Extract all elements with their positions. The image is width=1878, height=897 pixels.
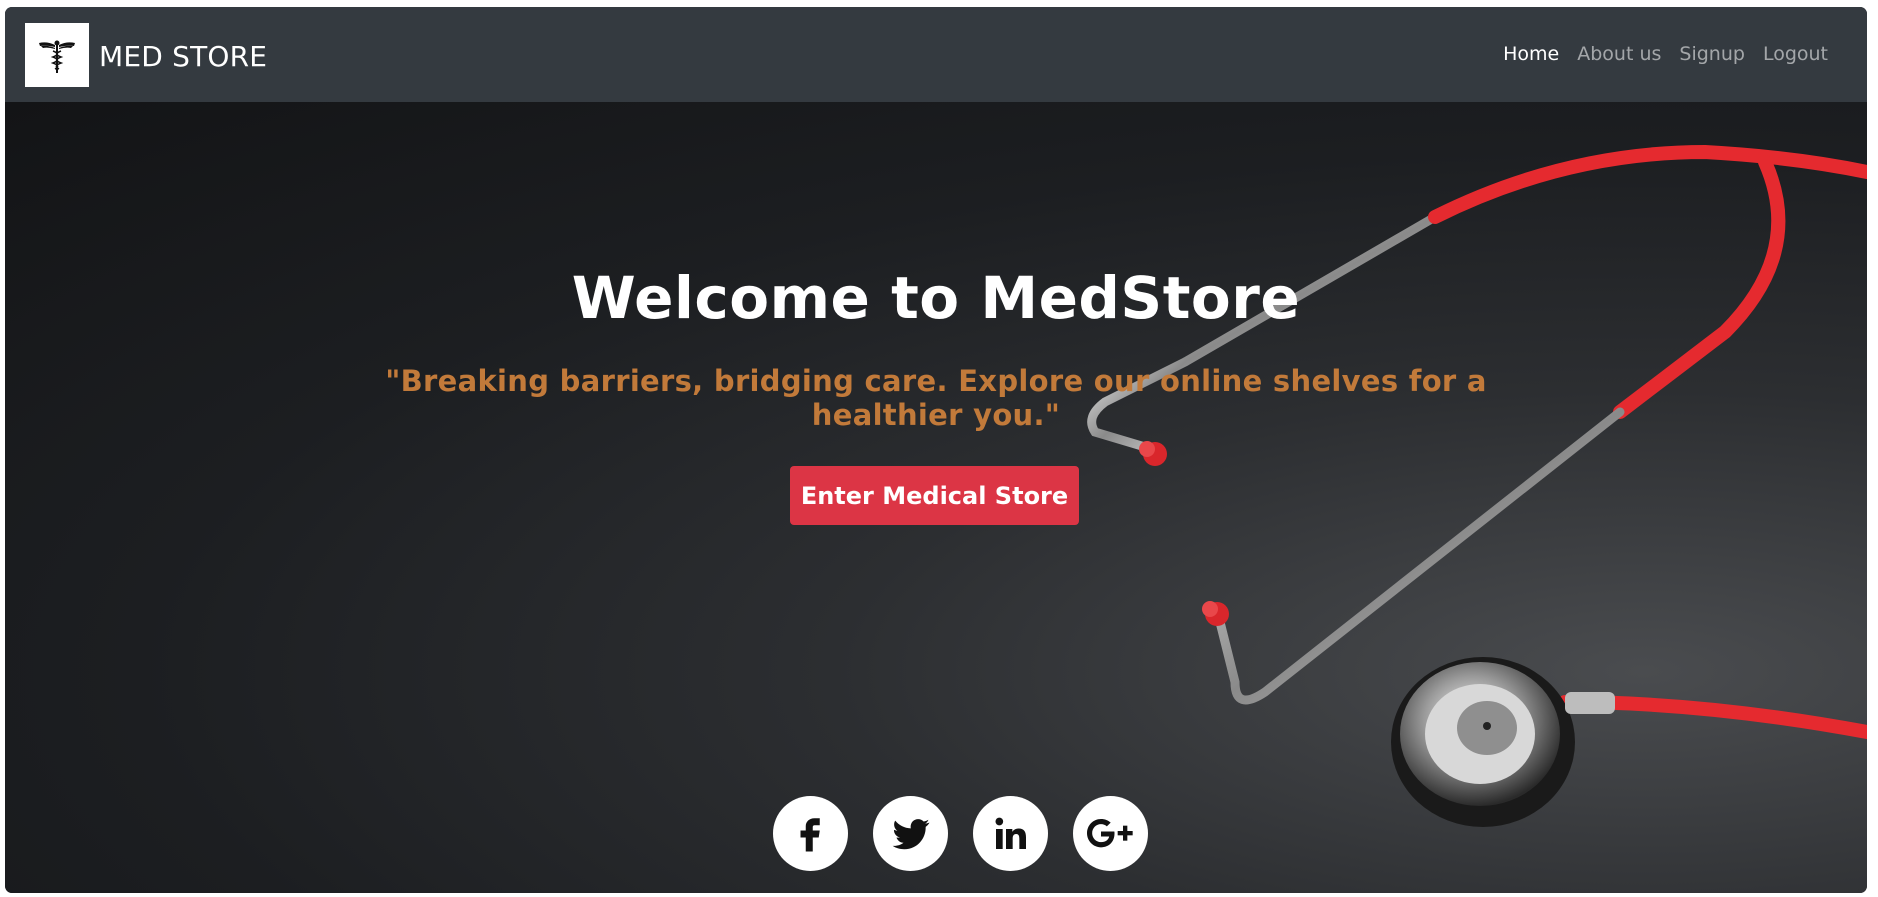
hero-subtitle: "Breaking barriers, bridging care. Explo…	[385, 364, 1487, 432]
nav-links: Home About us Signup Logout	[1494, 43, 1837, 65]
google-plus-icon	[1086, 818, 1133, 847]
facebook-link[interactable]	[773, 796, 848, 871]
caduceus-logo[interactable]	[25, 23, 89, 87]
nav-signup[interactable]: Signup	[1670, 43, 1754, 65]
nav-about-us[interactable]: About us	[1568, 43, 1670, 65]
twitter-link[interactable]	[873, 796, 948, 871]
linkedin-icon	[995, 817, 1026, 849]
twitter-icon	[892, 818, 929, 849]
hero-title: Welcome to MedStore	[571, 264, 1301, 332]
app-window: MED STORE Home About us Signup Logout We…	[5, 7, 1867, 893]
hero-section: Welcome to MedStore "Breaking barriers, …	[5, 102, 1867, 893]
navbar: MED STORE Home About us Signup Logout	[5, 7, 1867, 102]
caduceus-icon	[39, 40, 75, 73]
nav-logout[interactable]: Logout	[1754, 43, 1837, 65]
social-links	[773, 796, 1148, 871]
enter-medical-store-button[interactable]: Enter Medical Store	[790, 466, 1079, 525]
google-plus-link[interactable]	[1073, 796, 1148, 871]
brand-name[interactable]: MED STORE	[99, 40, 267, 73]
linkedin-link[interactable]	[973, 796, 1048, 871]
nav-home[interactable]: Home	[1494, 43, 1568, 65]
facebook-icon	[800, 817, 820, 851]
